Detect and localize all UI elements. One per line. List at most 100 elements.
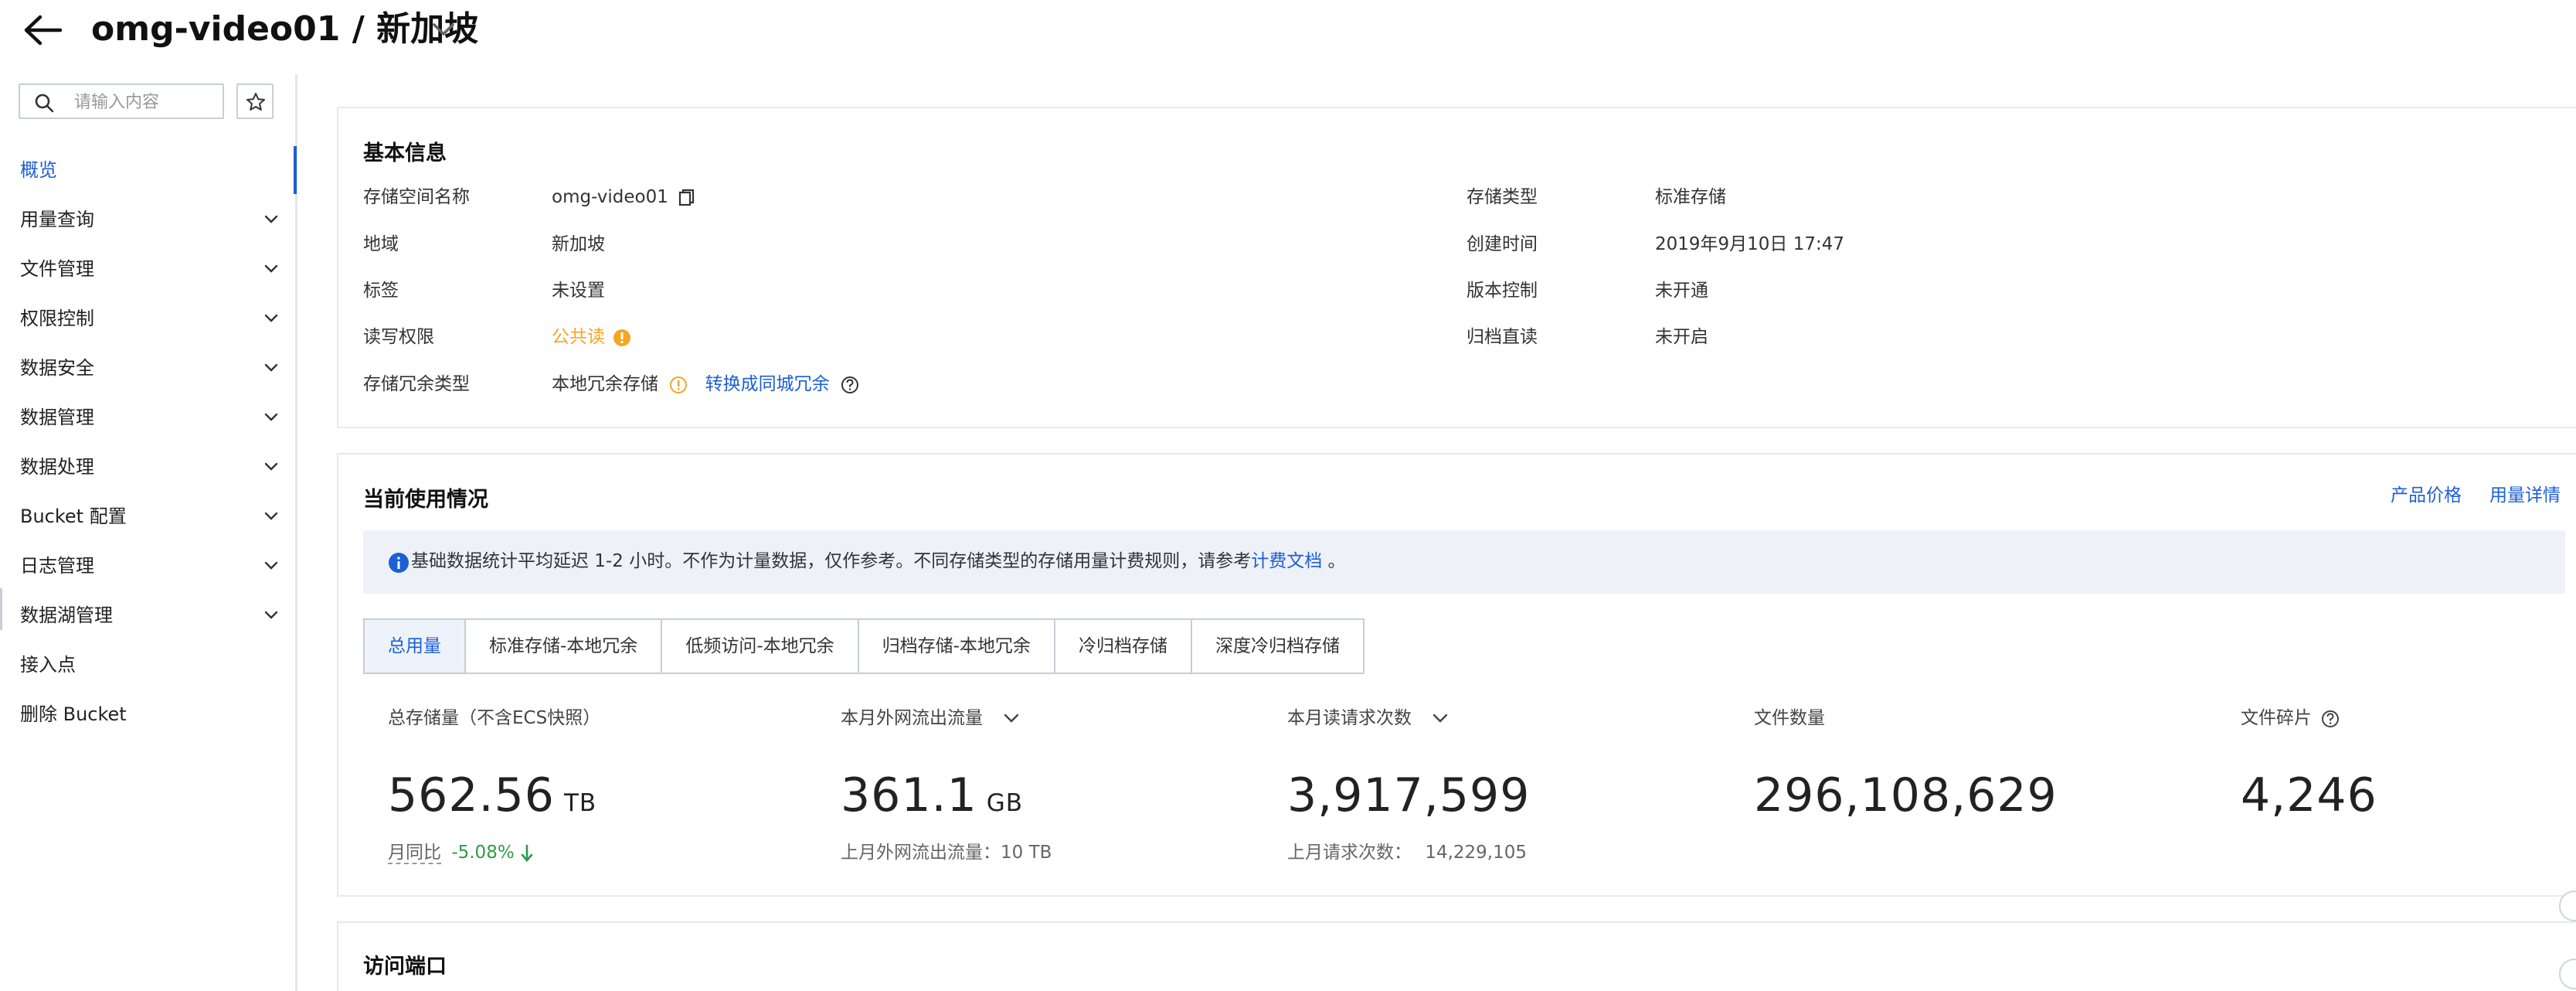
sidebar-item-label: 权限控制 xyxy=(20,308,94,329)
chevron-down-icon xyxy=(1433,713,1448,723)
acl-text: 公共读 xyxy=(552,327,605,347)
archive-read-label: 归档直读 xyxy=(1466,327,1538,347)
search-input[interactable] xyxy=(74,90,218,114)
basic-info-title: 基本信息 xyxy=(363,141,447,165)
total-storage-unit: TB xyxy=(563,789,597,817)
star-icon xyxy=(246,93,265,111)
collapse-handle[interactable] xyxy=(0,588,2,630)
usage-detail-link[interactable]: 用量详情 xyxy=(2489,484,2561,507)
sidebar-item-access-control[interactable]: 权限控制 xyxy=(0,294,294,343)
sidebar-item-usage-query[interactable]: 用量查询 xyxy=(0,195,294,244)
tab-archive-lrs[interactable]: 归档存储-本地冗余 xyxy=(859,620,1055,673)
versioning-label: 版本控制 xyxy=(1466,281,1538,301)
arrow-down-icon xyxy=(521,844,533,862)
sidebar-item-label: 数据处理 xyxy=(20,456,94,478)
requests-label: 本月读请求次数 xyxy=(1287,708,1412,728)
mom-label: 月同比 xyxy=(388,843,441,864)
storage-class-value: 标准存储 xyxy=(1655,187,1726,207)
bucket-name-text: omg-video01 xyxy=(552,187,668,207)
warning-icon[interactable] xyxy=(612,328,632,348)
fragments-value: 4,246 xyxy=(2241,768,2377,822)
mom-row: 月同比 -5.08% xyxy=(388,841,534,864)
created-time-label: 创建时间 xyxy=(1466,234,1538,254)
tab-total[interactable]: 总用量 xyxy=(365,620,466,673)
tab-standard-lrs[interactable]: 标准存储-本地冗余 xyxy=(466,620,663,673)
sidebar-item-delete-bucket[interactable]: 删除 Bucket xyxy=(0,690,294,739)
redundancy-text: 本地冗余存储 xyxy=(552,374,658,394)
chevron-down-icon xyxy=(264,363,278,372)
basic-info-card: 基本信息 存储空间名称 omg-video01 地域 新加坡 标签 未设置 读写… xyxy=(337,107,2576,428)
chevron-down-icon xyxy=(264,561,278,570)
file-count-label: 文件数量 xyxy=(1754,708,1825,728)
sidebar-item-overview[interactable]: 概览 xyxy=(0,145,294,195)
chevron-down-icon xyxy=(1004,713,1019,723)
redundancy-value: 本地冗余存储 转换成同城冗余 xyxy=(552,373,860,396)
acl-label: 读写权限 xyxy=(363,327,434,347)
requests-last-month: 上月请求次数： 14,229,105 xyxy=(1287,841,1527,864)
traffic-last-month: 上月外网流出流量：10 TB xyxy=(841,843,1052,863)
endpoint-title: 访问端口 xyxy=(363,955,447,979)
arrow-left-icon xyxy=(24,15,63,46)
sidebar-item-data-security[interactable]: 数据安全 xyxy=(0,343,294,393)
usage-card: 当前使用情况 产品价格 用量详情 基础数据统计平均延迟 1-2 小时。不作为计量… xyxy=(337,453,2576,897)
tab-ia-lrs[interactable]: 低频访问-本地冗余 xyxy=(662,620,859,673)
traffic-unit: GB xyxy=(986,789,1024,817)
fragments-label-row: 文件碎片 xyxy=(2241,707,2340,730)
bucket-name-label: 存储空间名称 xyxy=(363,187,470,207)
help-icon[interactable] xyxy=(840,375,860,395)
sidebar-item-label: 概览 xyxy=(20,159,57,181)
requests-last-label: 上月请求次数： xyxy=(1287,843,1412,863)
chevron-down-icon[interactable] xyxy=(428,17,459,42)
file-count-value: 296,108,629 xyxy=(1754,768,2058,822)
product-price-link[interactable]: 产品价格 xyxy=(2391,484,2462,507)
sidebar-item-access-point[interactable]: 接入点 xyxy=(0,640,294,690)
tab-deep-cold-archive[interactable]: 深度冷归档存储 xyxy=(1192,620,1363,673)
sidebar-item-label: 用量查询 xyxy=(20,209,94,230)
convert-redundancy-link[interactable]: 转换成同城冗余 xyxy=(705,374,830,394)
redundancy-label: 存储冗余类型 xyxy=(363,374,470,394)
chevron-down-icon xyxy=(264,512,278,520)
search-field[interactable] xyxy=(19,83,224,119)
total-storage-label: 总存储量（不含ECS快照） xyxy=(388,708,601,728)
requests-value: 3,917,599 xyxy=(1287,768,1531,822)
sidebar-item-data-processing[interactable]: 数据处理 xyxy=(0,442,294,492)
tag-value: 未设置 xyxy=(552,281,605,301)
notice-text: 基础数据统计平均延迟 1-2 小时。不作为计量数据，仅作参考。不同存储类型的存储… xyxy=(411,549,1346,574)
sidebar-item-label: 数据湖管理 xyxy=(20,604,113,626)
fragments-label: 文件碎片 xyxy=(2241,708,2312,728)
traffic-label-row[interactable]: 本月外网流出流量 xyxy=(841,707,1027,730)
notice-banner: 基础数据统计平均延迟 1-2 小时。不作为计量数据，仅作参考。不同存储类型的存储… xyxy=(363,530,2565,594)
copy-icon[interactable] xyxy=(677,188,695,208)
chevron-down-icon xyxy=(264,462,278,471)
sidebar-item-file-management[interactable]: 文件管理 xyxy=(0,244,294,294)
help-icon[interactable] xyxy=(2320,709,2340,729)
sidebar-item-data-lake[interactable]: 数据湖管理 xyxy=(0,591,294,640)
acl-value: 公共读 xyxy=(552,325,632,349)
sidebar-item-log-management[interactable]: 日志管理 xyxy=(0,541,294,591)
traffic-number: 361.1 xyxy=(841,768,977,822)
chevron-down-icon xyxy=(264,413,278,421)
sidebar-item-data-management[interactable]: 数据管理 xyxy=(0,393,294,442)
tag-label: 标签 xyxy=(363,281,399,301)
sidebar-item-bucket-config[interactable]: Bucket 配置 xyxy=(0,492,294,541)
versioning-value: 未开通 xyxy=(1655,281,1708,301)
chevron-down-icon xyxy=(264,215,278,223)
region-value: 新加坡 xyxy=(552,234,605,254)
endpoint-card: 访问端口 xyxy=(337,921,2576,991)
sidebar-nav: 概览 用量查询 文件管理 权限控制 数据安全 数据管理 数据处理 Bucket … xyxy=(0,145,294,739)
sidebar-item-label: 删除 Bucket xyxy=(20,703,127,725)
favorite-button[interactable] xyxy=(236,83,274,119)
total-storage-number: 562.56 xyxy=(388,768,555,822)
archive-read-value: 未开启 xyxy=(1655,327,1708,347)
sidebar: 概览 用量查询 文件管理 权限控制 数据安全 数据管理 xyxy=(0,74,297,991)
info-icon xyxy=(389,553,409,573)
sidebar-item-label: Bucket 配置 xyxy=(20,506,127,527)
back-button[interactable] xyxy=(20,11,66,49)
info-outline-icon[interactable] xyxy=(668,375,688,395)
billing-doc-link[interactable]: 计费文档 xyxy=(1251,551,1322,571)
storage-type-tabs: 总用量 标准存储-本地冗余 低频访问-本地冗余 归档存储-本地冗余 冷归档存储 … xyxy=(363,618,1364,674)
sidebar-item-label: 日志管理 xyxy=(20,555,94,577)
search-icon xyxy=(35,94,54,113)
tab-cold-archive[interactable]: 冷归档存储 xyxy=(1055,620,1192,673)
requests-label-row[interactable]: 本月读请求次数 xyxy=(1287,707,1456,730)
